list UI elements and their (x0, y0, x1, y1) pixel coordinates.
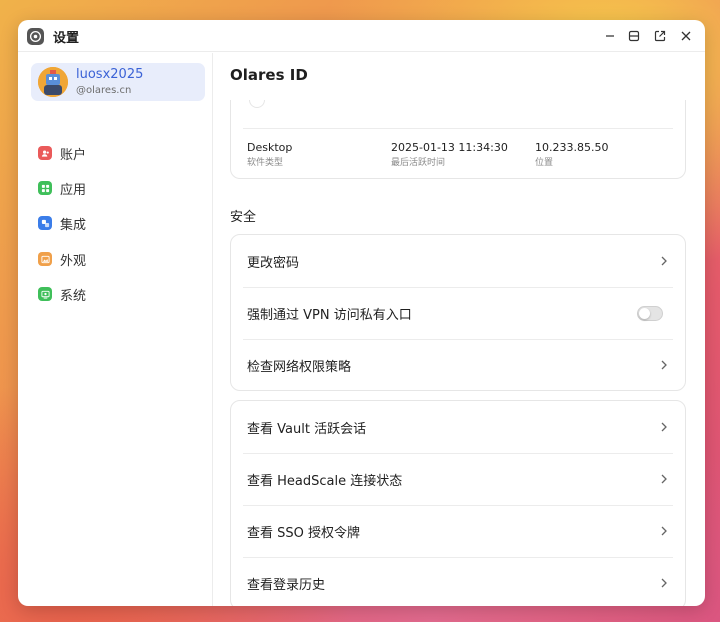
toggle-knob (639, 307, 650, 319)
chevron-right-icon (661, 422, 667, 432)
sidebar-item-appearance[interactable]: 外观 (38, 248, 198, 270)
last-active-label: 最后活跃时间 (391, 158, 446, 168)
chevron-right-icon (661, 474, 667, 484)
settings-app-icon (27, 28, 44, 45)
row-label: 查看 SSO 授权令牌 (247, 525, 361, 541)
device-status-circle (249, 100, 265, 108)
security-card: 更改密码 强制通过 VPN 访问私有入口 检查网络权限策略 (230, 234, 686, 391)
chevron-right-icon (661, 526, 667, 536)
row-label: 查看登录历史 (247, 577, 326, 593)
location-value: 10.233.85.50 (535, 141, 609, 154)
login-history-row[interactable]: 查看登录历史 (231, 557, 685, 606)
row-label: 查看 Vault 活跃会话 (247, 421, 367, 437)
row-label: 更改密码 (247, 255, 300, 271)
chevron-right-icon (661, 256, 667, 266)
network-policy-row[interactable]: 检查网络权限策略 (231, 339, 685, 391)
sidebar-item-label: 账户 (60, 147, 87, 163)
row-label: 强制通过 VPN 访问私有入口 (247, 307, 412, 323)
chevron-right-icon (661, 360, 667, 370)
apps-icon (38, 181, 52, 195)
profile-name: luosx2025 (76, 67, 144, 82)
row-label: 检查网络权限策略 (247, 359, 352, 375)
sidebar-item-system[interactable]: 系统 (38, 283, 198, 305)
close-icon[interactable] (678, 28, 694, 44)
force-vpn-toggle[interactable] (637, 305, 663, 321)
sidebar-item-label: 外观 (60, 253, 87, 269)
window-title: 设置 (53, 31, 80, 46)
title-bar: 设置 (18, 20, 705, 52)
page-title: Olares ID (230, 66, 308, 84)
security-section-label: 安全 (230, 210, 257, 225)
account-icon (38, 146, 52, 160)
profile-card[interactable]: luosx2025 @olares.cn (31, 63, 205, 101)
popout-icon[interactable] (652, 28, 668, 44)
sidebar-item-label: 集成 (60, 217, 87, 233)
last-active-value: 2025-01-13 11:34:30 (391, 141, 508, 154)
headscale-status-row[interactable]: 查看 HeadScale 连接状态 (231, 453, 685, 505)
sidebar-item-label: 系统 (60, 288, 87, 304)
device-card: Desktop 软件类型 2025-01-13 11:34:30 最后活跃时间 … (230, 100, 686, 179)
appearance-icon (38, 252, 52, 266)
sidebar-item-apps[interactable]: 应用 (38, 177, 198, 199)
vault-sessions-row[interactable]: 查看 Vault 活跃会话 (231, 401, 685, 453)
divider (243, 128, 673, 129)
chevron-right-icon (661, 578, 667, 588)
sidebar-item-account[interactable]: 账户 (38, 142, 198, 164)
sidebar: luosx2025 @olares.cn 账户 应用 集成 外观 系统 (18, 53, 213, 606)
row-label: 查看 HeadScale 连接状态 (247, 473, 403, 489)
software-type-value: Desktop (247, 141, 293, 154)
sidebar-item-label: 应用 (60, 182, 87, 198)
change-password-row[interactable]: 更改密码 (231, 235, 685, 287)
maximize-icon[interactable] (626, 28, 642, 44)
sso-tokens-row[interactable]: 查看 SSO 授权令牌 (231, 505, 685, 557)
profile-domain: @olares.cn (76, 85, 132, 96)
settings-window: 设置 luosx2025 @olares.cn 账户 应用 集成 外观 系统 O… (18, 20, 705, 606)
avatar (38, 67, 68, 97)
system-icon (38, 287, 52, 301)
force-vpn-row: 强制通过 VPN 访问私有入口 (231, 287, 685, 339)
main-panel: Olares ID Desktop 软件类型 2025-01-13 11:34:… (214, 53, 705, 606)
integration-icon (38, 216, 52, 230)
software-type-label: 软件类型 (247, 158, 284, 168)
location-label: 位置 (535, 158, 554, 168)
sidebar-item-integration[interactable]: 集成 (38, 212, 198, 234)
sessions-card: 查看 Vault 活跃会话 查看 HeadScale 连接状态 查看 SSO 授… (230, 400, 686, 606)
minimize-icon[interactable] (602, 28, 618, 44)
